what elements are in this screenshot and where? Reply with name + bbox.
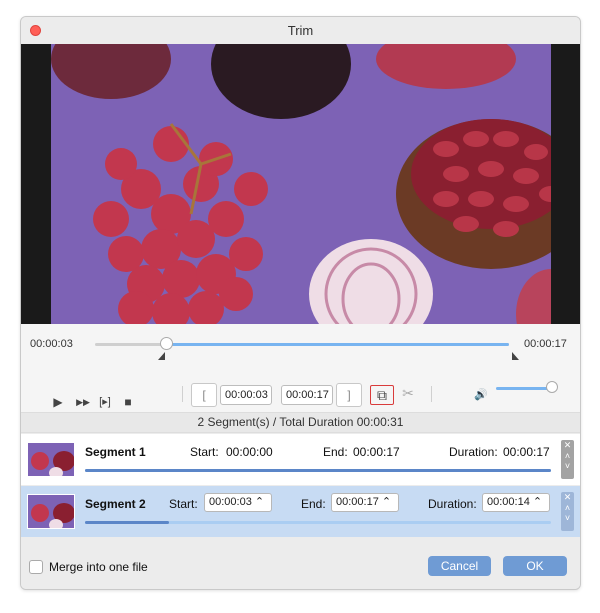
volume-icon[interactable]: 🔊	[473, 388, 489, 402]
divider	[431, 386, 432, 402]
segment-thumbnail	[27, 442, 75, 477]
close-window-button[interactable]	[30, 25, 41, 36]
ok-button[interactable]: OK	[503, 556, 567, 576]
segment-side-controls[interactable]: ✕ ˄ ˅	[561, 492, 574, 531]
move-up-icon[interactable]: ˄	[561, 451, 574, 461]
segment-start-value: 00:00:00	[226, 445, 273, 459]
playback-panel: 00:00:03 00:00:17 ▶ ▶▶ [▸] ■ [ 00:00:03 …	[21, 324, 580, 419]
start-marker[interactable]	[158, 352, 165, 360]
set-end-button[interactable]: ]	[336, 383, 362, 407]
delete-segment-icon[interactable]: ✕	[561, 440, 574, 451]
end-time-field[interactable]: 00:00:17	[281, 385, 333, 405]
segment-start-value: 00:00:03	[209, 496, 252, 508]
segment-thumbnail	[27, 494, 75, 529]
volume-slider[interactable]	[496, 387, 553, 390]
segment-duration-value: 00:00:14	[487, 496, 530, 508]
segments-summary: 2 Segment(s) / Total Duration 00:00:31	[21, 412, 580, 433]
segment-end-value: 00:00:17	[336, 496, 379, 508]
segment-duration-label: Duration:	[449, 445, 498, 459]
timeline-track[interactable]	[95, 337, 509, 350]
segment-start-field[interactable]: 00:00:03 ⌃	[204, 493, 272, 512]
video-preview	[21, 44, 580, 324]
segment-start-label: Start:	[169, 497, 198, 511]
timeline-start-time: 00:00:03	[30, 338, 73, 350]
delete-segment-icon[interactable]: ✕	[561, 492, 574, 503]
stop-button[interactable]: ■	[121, 395, 135, 409]
dialog-footer: Merge into one file Cancel OK	[21, 543, 580, 589]
segment-row-2[interactable]: Segment 2 Start: 00:00:03 ⌃ End: 00:00:1…	[21, 486, 580, 537]
merge-checkbox[interactable]	[29, 560, 43, 574]
set-start-button[interactable]: [	[191, 383, 217, 407]
video-frame-image	[51, 44, 551, 324]
segment-range-fill	[85, 521, 169, 524]
window-title: Trim	[287, 23, 314, 38]
trim-window: Trim 00:00:03 00:00:17 ▶ ▶▶ [▸] ■ [00:0…	[20, 16, 581, 590]
segment-end-label: End:	[301, 497, 326, 511]
segment-end-value: 00:00:17	[353, 445, 400, 459]
segment-side-controls[interactable]: ✕ ˄ ˅	[561, 440, 574, 479]
segment-row-1[interactable]: Segment 1 Start: 00:00:00 End: 00:00:17 …	[21, 434, 580, 485]
segment-duration-label: Duration:	[428, 497, 477, 511]
add-segment-icon[interactable]: ⧉	[370, 385, 394, 405]
segment-end-label: End:	[323, 445, 348, 459]
cancel-button[interactable]: Cancel	[428, 556, 491, 576]
video-frame	[51, 44, 551, 324]
segment-duration-value: 00:00:17	[503, 445, 550, 459]
timeline-playhead[interactable]	[160, 337, 173, 350]
move-down-icon[interactable]: ˅	[561, 513, 574, 523]
timeline-selected-range	[166, 343, 509, 346]
end-marker[interactable]	[512, 352, 519, 360]
move-up-icon[interactable]: ˄	[561, 503, 574, 513]
divider	[182, 386, 183, 402]
volume-knob[interactable]	[546, 381, 558, 393]
segment-start-label: Start:	[190, 445, 219, 459]
segment-range-bar	[85, 521, 551, 524]
timeline-end-time: 00:00:17	[524, 338, 567, 350]
move-down-icon[interactable]: ˅	[561, 461, 574, 471]
title-bar: Trim	[21, 17, 580, 44]
fast-forward-button[interactable]: ▶▶	[74, 395, 92, 409]
merge-label: Merge into one file	[49, 560, 148, 574]
segment-range-fill	[85, 469, 551, 472]
segment-end-field[interactable]: 00:00:17 ⌃	[331, 493, 399, 512]
segment-range-bar	[85, 469, 551, 472]
segment-duration-field[interactable]: 00:00:14 ⌃	[482, 493, 550, 512]
start-time-field[interactable]: 00:00:03	[220, 385, 272, 405]
step-button[interactable]: [▸]	[96, 395, 114, 409]
segment-name: Segment 2	[85, 497, 146, 511]
play-button[interactable]: ▶	[51, 395, 65, 409]
segment-name: Segment 1	[85, 445, 146, 459]
split-icon[interactable]: ✂	[398, 386, 418, 400]
